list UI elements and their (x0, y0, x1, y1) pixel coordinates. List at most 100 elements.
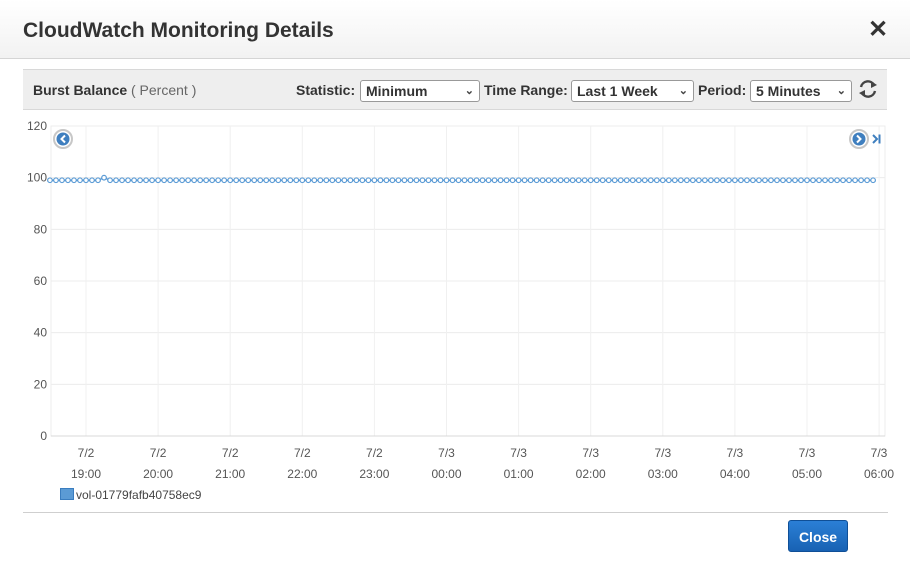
data-point (323, 177, 330, 184)
data-point (143, 177, 149, 184)
data-point (515, 177, 522, 184)
y-tick-label: 40 (34, 326, 48, 340)
data-point (113, 177, 119, 184)
close-button[interactable]: Close (788, 520, 848, 552)
data-point (101, 174, 107, 181)
data-point (780, 177, 786, 184)
data-point (828, 177, 834, 184)
data-point (341, 177, 348, 184)
data-point (864, 177, 870, 184)
data-point (545, 177, 552, 184)
data-point (491, 177, 498, 184)
dialog-header: CloudWatch Monitoring Details ✕ (0, 0, 910, 59)
data-point (846, 177, 852, 184)
data-point (659, 177, 666, 184)
data-point (311, 177, 318, 184)
burst-balance-chart: 0 20 40 60 80 100 120 7/2 19:00 7/2 20:00 7/2 21:00… (27, 119, 894, 481)
x-tick-date: 7/2 (294, 446, 311, 460)
chevron-right-icon[interactable] (849, 129, 869, 149)
data-point (125, 177, 131, 184)
period-select[interactable]: 5 Minutes ⌄ (750, 80, 852, 102)
data-point (756, 177, 762, 184)
x-tick-time: 22:00 (287, 467, 317, 481)
dialog-title: CloudWatch Monitoring Details (23, 19, 334, 42)
data-point (641, 177, 648, 184)
data-point (221, 177, 228, 184)
data-point (750, 177, 756, 184)
chevron-down-icon: ⌄ (836, 85, 846, 97)
data-point (569, 177, 576, 184)
data-point (119, 177, 125, 184)
data-point (299, 177, 306, 184)
data-point (275, 177, 282, 184)
data-point (353, 177, 360, 184)
data-point (77, 177, 83, 184)
data-point (155, 177, 162, 184)
data-point (719, 177, 726, 184)
x-tick-time: 23:00 (359, 467, 389, 481)
x-tick-date: 7/2 (150, 446, 167, 460)
x-tick-time: 19:00 (71, 467, 101, 481)
data-point (107, 177, 113, 184)
data-point (870, 177, 876, 184)
data-point (738, 177, 744, 184)
data-point (665, 177, 672, 184)
data-point (563, 177, 570, 184)
data-point (53, 177, 59, 184)
data-point (281, 177, 288, 184)
refresh-icon[interactable] (857, 78, 879, 100)
chevron-down-icon: ⌄ (678, 85, 688, 97)
metric-toolbar: Burst Balance ( Percent ) Statistic: Min… (23, 69, 887, 110)
x-tick-date: 7/2 (366, 446, 383, 460)
period-value: 5 Minutes (756, 83, 821, 99)
x-tick-date: 7/3 (438, 446, 455, 460)
data-point (365, 177, 372, 184)
data-point (65, 177, 71, 184)
x-tick-time: 20:00 (143, 467, 173, 481)
chevron-down-icon: ⌄ (464, 85, 474, 97)
data-point (425, 177, 432, 184)
y-tick-label: 100 (27, 171, 47, 185)
data-point (852, 177, 858, 184)
data-point (527, 177, 534, 184)
data-point (443, 177, 450, 184)
data-point (762, 177, 768, 184)
chevron-left-icon[interactable] (53, 129, 73, 149)
data-point (744, 177, 750, 184)
data-point (245, 177, 252, 184)
data-point (131, 177, 137, 184)
data-point (551, 177, 558, 184)
x-tick-time: 06:00 (864, 467, 894, 481)
data-point (359, 177, 366, 184)
data-point (533, 177, 540, 184)
x-axis: 7/2 19:00 7/2 20:00 7/2 21:00 7/2 22:00 7/2 23:00… (71, 446, 894, 481)
data-point (786, 177, 792, 184)
data-point (431, 177, 438, 184)
data-point (149, 177, 155, 184)
data-point (173, 177, 180, 184)
y-tick-label: 20 (34, 377, 48, 391)
time-range-select[interactable]: Last 1 Week ⌄ (571, 80, 694, 102)
data-point (59, 177, 65, 184)
close-icon[interactable]: ✕ (868, 18, 888, 42)
data-point (473, 177, 480, 184)
x-tick-time: 04:00 (720, 467, 750, 481)
statistic-label: Statistic: (296, 82, 356, 98)
data-point (677, 177, 684, 184)
data-point (617, 177, 624, 184)
data-point (695, 177, 702, 184)
data-point (419, 177, 426, 184)
data-point (635, 177, 642, 184)
statistic-select[interactable]: Minimum ⌄ (360, 80, 480, 102)
x-tick-time: 05:00 (792, 467, 822, 481)
data-point (732, 177, 738, 184)
data-point (137, 177, 143, 184)
data-point (263, 177, 270, 184)
data-point (629, 177, 636, 184)
data-point (701, 177, 708, 184)
data-point (389, 177, 396, 184)
data-point (371, 177, 378, 184)
data-point (71, 177, 77, 184)
y-tick-label: 0 (40, 429, 47, 443)
data-point (479, 177, 486, 184)
